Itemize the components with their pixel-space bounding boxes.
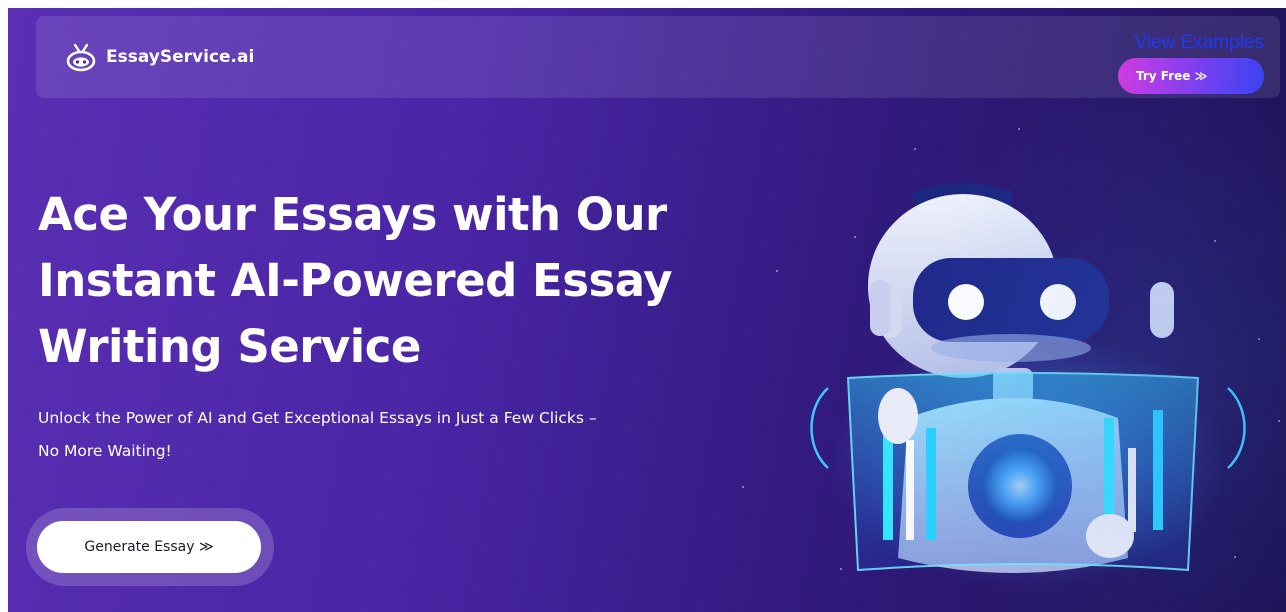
star-decoration	[1278, 420, 1280, 422]
hero-headline: Ace Your Essays with Our Instant AI-Powe…	[38, 188, 673, 373]
robot-head-logo-icon	[66, 43, 96, 72]
generate-essay-button[interactable]: Generate Essay ≫	[37, 521, 261, 573]
star-decoration	[1258, 338, 1260, 340]
ai-robot-illustration	[810, 183, 1246, 588]
hero-subtitle: Unlock the Power of AI and Get Exception…	[38, 409, 597, 460]
star-decoration	[1018, 128, 1020, 130]
try-free-button[interactable]: Try Free ≫	[1118, 58, 1264, 94]
star-decoration	[776, 270, 778, 272]
star-decoration	[914, 148, 916, 150]
star-decoration	[742, 486, 744, 488]
top-navbar: EssayService.ai View Examples Try Free ≫	[36, 16, 1280, 98]
hero-section: EssayService.ai View Examples Try Free ≫…	[8, 8, 1286, 612]
brand-logo[interactable]: EssayService.ai	[64, 42, 254, 72]
brand-name: EssayService.ai	[106, 47, 255, 67]
view-examples-link[interactable]: View Examples	[1134, 32, 1264, 54]
